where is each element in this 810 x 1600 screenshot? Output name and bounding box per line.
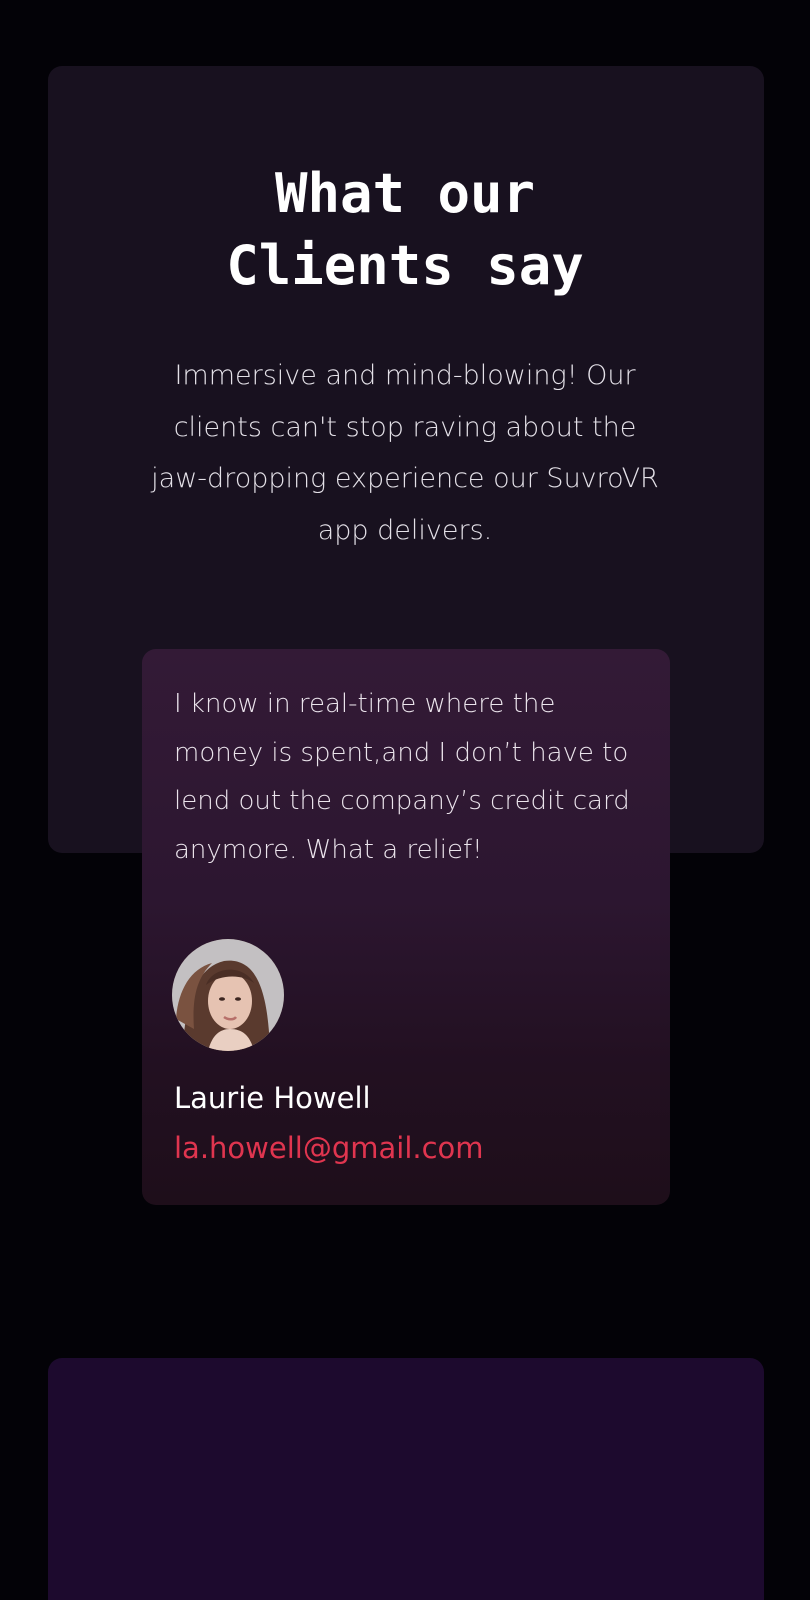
section-subtitle: Immersive and mind-blowing! Our clients … [151,360,659,546]
section-title: What our Clients say [0,158,810,302]
testimonial-author-email[interactable]: la.howell@gmail.com [174,1128,484,1168]
section-title-line-1: What our [274,162,536,225]
page: What our Clients say Immersive and mind-… [0,0,810,1600]
section-title-line-2: Clients say [226,234,584,297]
next-section-card [48,1358,764,1600]
testimonial-quote: I know in real-time where the money is s… [174,689,630,865]
user-avatar-photo-icon [172,939,284,1051]
testimonial-author-name: Laurie Howell [174,1081,371,1115]
